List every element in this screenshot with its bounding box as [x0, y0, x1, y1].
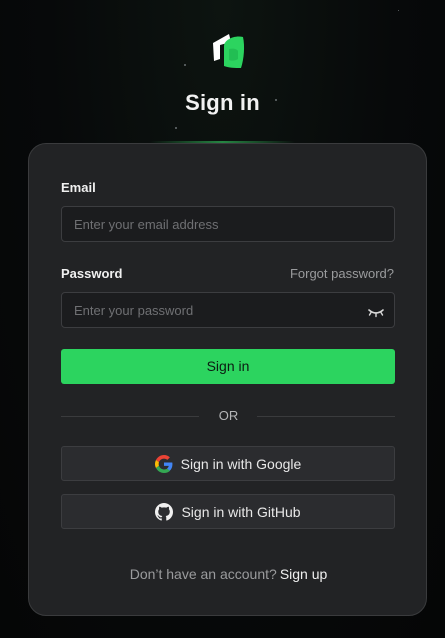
- sign-up-link[interactable]: Sign up: [280, 566, 327, 582]
- background-star: [398, 10, 399, 11]
- login-page: Sign in Email Password Forgot password? …: [0, 0, 445, 638]
- sign-in-button[interactable]: Sign in: [61, 349, 395, 384]
- leaf-logo-icon: [213, 34, 245, 68]
- forgot-password-link[interactable]: Forgot password?: [290, 266, 394, 281]
- background-star: [184, 64, 186, 66]
- google-icon: [154, 454, 173, 473]
- email-field[interactable]: [61, 206, 395, 242]
- google-sign-in-button[interactable]: Sign in with Google: [61, 446, 395, 481]
- password-label: Password: [61, 266, 123, 281]
- github-sign-in-button[interactable]: Sign in with GitHub: [61, 494, 395, 529]
- page-title: Sign in: [185, 90, 260, 115]
- eye-closed-icon[interactable]: [366, 305, 386, 319]
- github-icon: [155, 502, 174, 521]
- email-label: Email: [61, 180, 96, 195]
- github-button-label: Sign in with GitHub: [181, 503, 301, 520]
- password-field[interactable]: [61, 292, 395, 328]
- signup-prompt: Don’t have an account? Sign up: [29, 566, 428, 582]
- signup-prompt-text: Don’t have an account?: [129, 566, 277, 582]
- google-button-label: Sign in with Google: [180, 455, 302, 472]
- divider-line-right: [257, 416, 395, 417]
- sign-in-card: Email Password Forgot password? Sign in …: [28, 143, 427, 616]
- background-star: [175, 127, 177, 129]
